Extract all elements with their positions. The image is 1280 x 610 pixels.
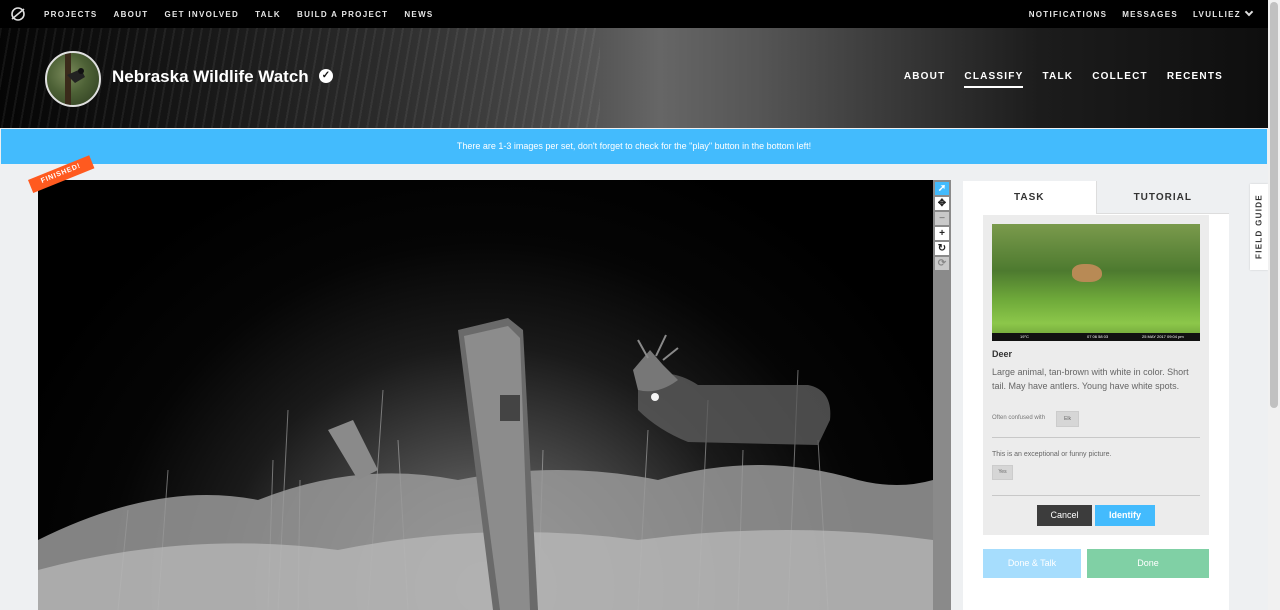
project-nav-collect[interactable]: COLLECT (1092, 71, 1148, 88)
messages-link[interactable]: MESSAGES (1122, 10, 1178, 19)
nav-about[interactable]: ABOUT (114, 10, 149, 19)
page-scrollbar[interactable] (1268, 0, 1280, 610)
project-nav-talk[interactable]: TALK (1042, 71, 1073, 88)
project-nav: ABOUT CLASSIFY TALK COLLECT RECENTS (904, 71, 1223, 88)
project-title[interactable]: Nebraska Wildlife Watch (112, 67, 309, 87)
field-guide-tab[interactable]: FIELD GUIDE (1250, 184, 1268, 270)
project-header: Nebraska Wildlife Watch ✓ ABOUT CLASSIFY… (0, 28, 1268, 128)
nav-talk[interactable]: TALK (255, 10, 281, 19)
chevron-down-icon (1244, 7, 1254, 16)
question-text: This is an exceptional or funny picture. (992, 451, 1112, 458)
avatar-image (65, 53, 85, 105)
announcement-banner: There are 1-3 images per set, don't forg… (1, 129, 1267, 164)
confused-with-label: Often confused with (992, 415, 1046, 421)
tab-task[interactable]: TASK (963, 181, 1096, 214)
zoom-in-icon[interactable]: + (935, 227, 949, 240)
notifications-link[interactable]: NOTIFICATIONS (1029, 10, 1108, 19)
scrollbar-thumb[interactable] (1270, 2, 1278, 408)
done-and-talk-button[interactable]: Done & Talk (983, 549, 1081, 578)
viewer-toolbar: ➚ ✥ − + ↻ ⟳ (933, 180, 951, 610)
camera-stamp-temp: 19°C (1020, 334, 1029, 339)
reset-icon[interactable]: ⟳ (935, 257, 949, 270)
site-nav: PROJECTS ABOUT GET INVOLVED TALK BUILD A… (44, 0, 434, 28)
project-nav-classify[interactable]: CLASSIFY (964, 71, 1024, 88)
camera-stamp: 19°C 07 06 58 03 25 MAY 2017 09:04 pm (992, 333, 1200, 341)
identify-button[interactable]: Identify (1095, 505, 1155, 526)
choice-example-image: 19°C 07 06 58 03 25 MAY 2017 09:04 pm (992, 224, 1200, 341)
cancel-button[interactable]: Cancel (1037, 505, 1092, 526)
tab-tutorial[interactable]: TUTORIAL (1095, 181, 1229, 214)
rotate-icon[interactable]: ↻ (935, 242, 949, 255)
project-nav-recents[interactable]: RECENTS (1167, 71, 1223, 88)
confused-with-elk-button[interactable]: Elk (1056, 411, 1079, 427)
account-menu[interactable]: LVULLIEZ (1192, 7, 1254, 19)
done-button[interactable]: Done (1087, 549, 1209, 578)
divider (992, 495, 1200, 496)
deer-figure (1072, 264, 1102, 282)
zoom-out-icon[interactable]: − (935, 212, 949, 225)
pan-icon[interactable]: ✥ (935, 197, 949, 210)
nav-build-a-project[interactable]: BUILD A PROJECT (297, 10, 388, 19)
divider (992, 437, 1200, 438)
account-nav: NOTIFICATIONS MESSAGES LVULLIEZ (1029, 0, 1254, 28)
verified-badge-icon: ✓ (319, 69, 333, 83)
nav-news[interactable]: NEWS (404, 10, 433, 19)
choice-description: Large animal, tan-brown with white in co… (992, 367, 1189, 391)
username: LVULLIEZ (1192, 9, 1241, 19)
task-tabs: TASK TUTORIAL (963, 181, 1229, 214)
choice-detail-card: 19°C 07 06 58 03 25 MAY 2017 09:04 pm De… (983, 215, 1209, 535)
task-panel: TASK TUTORIAL 19°C 07 06 58 03 25 MAY 20… (963, 181, 1229, 610)
choice-name: Deer (992, 349, 1013, 359)
nav-get-involved[interactable]: GET INVOLVED (164, 10, 239, 19)
project-nav-about[interactable]: ABOUT (904, 71, 946, 88)
site-header: PROJECTS ABOUT GET INVOLVED TALK BUILD A… (0, 0, 1268, 28)
nav-projects[interactable]: PROJECTS (44, 10, 98, 19)
pointer-icon[interactable]: ➚ (935, 182, 949, 195)
answer-yes-button[interactable]: Yes (992, 465, 1013, 480)
camera-stamp-date: 25 MAY 2017 09:04 pm (1142, 334, 1184, 339)
camera-stamp-id: 07 06 58 03 (1087, 334, 1109, 339)
project-avatar[interactable] (45, 51, 101, 107)
field-guide-label: FIELD GUIDE (1254, 194, 1264, 259)
subject-image[interactable] (38, 180, 933, 610)
subject-photo (38, 318, 933, 610)
zooniverse-logo-icon[interactable] (10, 6, 26, 22)
